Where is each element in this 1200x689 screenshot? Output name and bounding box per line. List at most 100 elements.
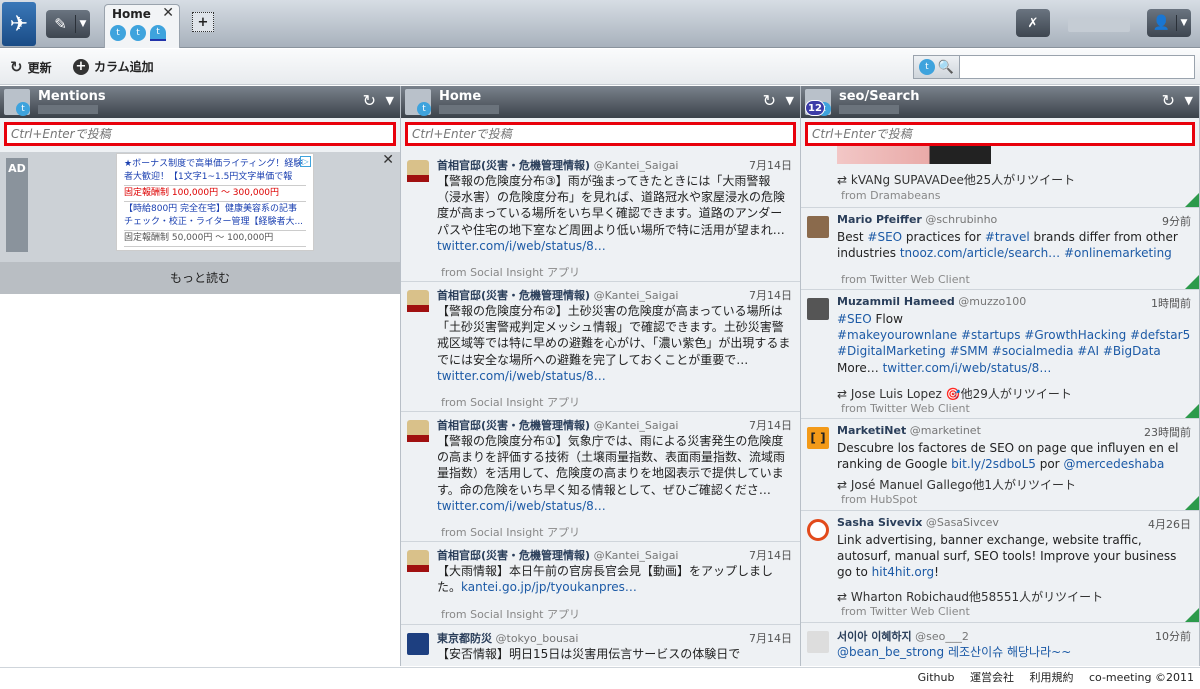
tweet-link[interactable]: twitter.com/i/web/status/8… [883, 361, 1052, 375]
chevron-down-icon[interactable]: ▼ [1185, 94, 1193, 107]
twitter-icon[interactable]: t [130, 25, 146, 41]
avatar[interactable]: [ ] [807, 427, 829, 449]
close-icon[interactable]: ✕ [382, 152, 394, 168]
tweet[interactable]: 首相官邸(災害・危機管理情報) @Kantei_Saigai 7月14日 【大雨… [401, 542, 800, 625]
tweet-time[interactable]: 1時間前 [1151, 295, 1191, 311]
avatar[interactable] [407, 633, 429, 655]
read-more-button[interactable]: もっと読む [0, 262, 400, 294]
tweet[interactable]: Mario Pfeiffer @schrubinho 9分前 Best #SEO… [801, 208, 1199, 290]
tweet-link[interactable]: twitter.com/i/web/status/8… [437, 239, 606, 253]
post-box[interactable] [805, 122, 1195, 146]
avatar[interactable] [407, 550, 429, 572]
add-column-button[interactable]: + カラム追加 [73, 58, 154, 75]
mention[interactable]: @mercedeshaba [1063, 457, 1164, 471]
tweet-media[interactable] [837, 146, 991, 164]
tweet-time[interactable]: 7月14日 [749, 547, 792, 563]
tweet-time[interactable]: 7月14日 [749, 417, 792, 433]
twitter-icon[interactable]: t [110, 25, 126, 41]
refresh-icon[interactable]: ↻ [763, 91, 776, 110]
tweet-author[interactable]: Mario Pfeiffer [837, 213, 922, 226]
tweet-link[interactable]: kantei.go.jp/jp/tyoukanpres… [461, 580, 637, 594]
chevron-down-icon[interactable]: ▼ [76, 19, 90, 29]
ad-line[interactable]: 【時給800円 完全在宅】健康美容系の記事チェック・校正・ライター管理【経験者大… [124, 202, 306, 231]
mute-button[interactable]: ✗ [1016, 9, 1050, 37]
tweet-handle[interactable]: @schrubinho [925, 213, 997, 226]
tweet-time[interactable]: 10分前 [1155, 628, 1191, 644]
tweet-author[interactable]: Sasha Sivevix [837, 516, 922, 529]
tweet-author[interactable]: 서이아 이혜하지 [837, 630, 912, 643]
tweet-link[interactable]: hit4hit.org [872, 565, 934, 579]
post-input[interactable] [412, 127, 789, 141]
tab-close-icon[interactable]: ✕ [162, 5, 174, 21]
adchoices-icon[interactable]: ▷ [300, 156, 311, 167]
tweet-handle[interactable]: @Kantei_Saigai [594, 159, 679, 172]
tweet-time[interactable]: 7月14日 [749, 157, 792, 173]
tweet-author[interactable]: 首相官邸(災害・危機管理情報) [437, 289, 590, 302]
hashtags[interactable]: #DigitalMarketing #SMM #socialmedia #AI … [837, 343, 1193, 359]
hashtag[interactable]: #onlinemarketing [1060, 246, 1172, 260]
refresh-button[interactable]: ↻ 更新 [10, 58, 52, 76]
footer-link-github[interactable]: Github [918, 671, 955, 684]
tweet-author[interactable]: Muzammil Hameed [837, 295, 955, 308]
tweet-handle[interactable]: @marketinet [910, 424, 981, 437]
tweet-author[interactable]: 首相官邸(災害・危機管理情報) [437, 419, 590, 432]
tweet-link[interactable]: twitter.com/i/web/status/8… [437, 499, 606, 513]
tweet[interactable]: 首相官邸(災害・危機管理情報) @Kantei_Saigai 7月14日 【警報… [401, 152, 800, 282]
refresh-icon[interactable]: ↻ [363, 91, 376, 110]
tweet-time[interactable]: 23時間前 [1144, 424, 1191, 440]
tweet-author[interactable]: 首相官邸(災害・危機管理情報) [437, 159, 590, 172]
tweet-handle[interactable]: @Kantei_Saigai [594, 549, 679, 562]
post-input[interactable] [812, 127, 1188, 141]
tweet[interactable]: Sasha Sivevix @SasaSivcev 4月26日 Link adv… [801, 511, 1199, 623]
tweet-author[interactable]: 首相官邸(災害・危機管理情報) [437, 549, 590, 562]
tab-home[interactable]: Home ✕ t t t [104, 4, 180, 48]
avatar[interactable] [407, 290, 429, 312]
ad-content[interactable]: ▷ ★ボーナス制度で高単価ライティング！経験者大歓迎！【1文字1~1.5円文字単… [116, 153, 314, 251]
tweet-time[interactable]: 7月14日 [749, 287, 792, 303]
hashtags[interactable]: #makeyourownlane #startups #GrowthHackin… [837, 327, 1193, 343]
tweet-time[interactable]: 9分前 [1162, 213, 1191, 229]
chevron-down-icon[interactable]: ▼ [386, 94, 394, 107]
tweet[interactable]: 首相官邸(災害・危機管理情報) @Kantei_Saigai 7月14日 【警報… [401, 412, 800, 542]
user-menu-button[interactable]: 👤 ▼ [1147, 9, 1191, 37]
post-box[interactable] [4, 122, 396, 146]
tweet[interactable]: 서이아 이혜하지 @seo___2 10分前 @bean_be_strong 레… [801, 623, 1199, 663]
tweet-handle[interactable]: @tokyo_bousai [496, 632, 579, 645]
ad-line[interactable]: ★ボーナス制度で高単価ライティング！経験者大歓迎！【1文字1~1.5円文字単価で… [124, 157, 306, 186]
search-source-select[interactable]: t 🔍 [914, 56, 960, 78]
tweet-link[interactable]: twitter.com/i/web/status/8… [437, 369, 606, 383]
footer-link-company[interactable]: 運営会社 [970, 671, 1014, 684]
avatar[interactable] [807, 631, 829, 653]
tweet-handle[interactable]: @seo___2 [915, 630, 969, 643]
tweet[interactable]: ⇄ kVANg SUPAVADee他25人がリツイート from Dramabe… [801, 146, 1199, 208]
avatar[interactable] [807, 298, 829, 320]
tweet[interactable]: [ ] MarketiNet @marketinet 23時間前 Descubr… [801, 419, 1199, 511]
tweet[interactable]: Muzammil Hameed @muzzo100 1時間前 #SEO Flow… [801, 290, 1199, 419]
compose-button[interactable]: ✎ ▼ [46, 10, 90, 38]
tweet-handle[interactable]: @SasaSivcev [926, 516, 999, 529]
post-box[interactable] [405, 122, 796, 146]
avatar[interactable] [807, 216, 829, 238]
tweet-time[interactable]: 7月14日 [749, 630, 792, 646]
tweet-handle[interactable]: @Kantei_Saigai [594, 289, 679, 302]
avatar[interactable] [407, 160, 429, 182]
footer-link-terms[interactable]: 利用規約 [1029, 671, 1073, 684]
tweet-handle[interactable]: @Kantei_Saigai [594, 419, 679, 432]
search-input[interactable] [960, 56, 1194, 78]
tweet[interactable]: 東京都防災 @tokyo_bousai 7月14日 【安否情報】明日15日は災害… [401, 625, 800, 666]
twitter-icon[interactable]: t [150, 25, 166, 41]
add-tab-button[interactable]: + [192, 12, 214, 32]
avatar[interactable] [407, 420, 429, 442]
hashtag[interactable]: #SEO [837, 312, 872, 326]
refresh-icon[interactable]: ↻ [1162, 91, 1175, 110]
hashtag[interactable]: #travel [985, 230, 1030, 244]
tweet-time[interactable]: 4月26日 [1148, 516, 1191, 532]
app-logo[interactable]: ✈ [2, 2, 36, 46]
hashtag[interactable]: #SEO [867, 230, 902, 244]
avatar[interactable] [807, 519, 829, 541]
tweet-author[interactable]: 東京都防災 [437, 632, 492, 645]
chevron-down-icon[interactable]: ▼ [786, 94, 794, 107]
tweet[interactable]: 首相官邸(災害・危機管理情報) @Kantei_Saigai 7月14日 【警報… [401, 282, 800, 412]
tweet-handle[interactable]: @muzzo100 [958, 295, 1026, 308]
tweet-link[interactable]: tnooz.com/article/search… [900, 246, 1060, 260]
